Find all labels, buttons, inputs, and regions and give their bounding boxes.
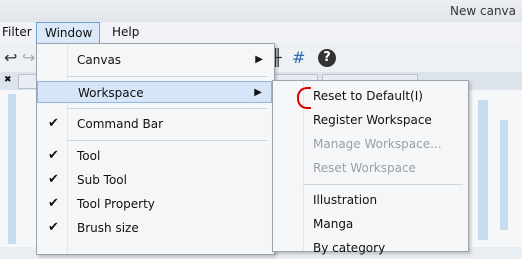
title-bar: New canva [0,0,522,22]
menu-item-label: Tool Property [77,197,155,211]
menu-separator [303,184,463,185]
menu-separator [67,76,267,77]
annotation-mark [297,87,311,109]
menu-filter[interactable]: Filter [0,22,40,43]
redo-icon[interactable]: ↪ [22,44,35,72]
menu-item-canvas[interactable]: Canvas ▶ [37,49,272,71]
undo-icon[interactable]: ↩ [4,44,17,72]
canvas-stroke [500,120,508,230]
menu-item-label: Canvas [77,53,122,67]
window-title: New canva [450,4,516,18]
canvas-stroke [478,100,488,240]
check-icon: ✔ [48,116,59,131]
submenu-item-by-category[interactable]: By category [273,237,466,259]
menu-item-command-bar[interactable]: ✔ Command Bar [37,113,272,135]
check-icon: ✔ [48,148,59,163]
submenu-arrow-icon: ▶ [254,87,262,98]
window-menu: Canvas ▶ Workspace ▶ ✔ Command Bar ✔ Too… [36,43,275,255]
menu-item-label: Manga [313,217,354,231]
menu-item-label: Illustration [313,193,378,207]
help-icon[interactable]: ? [318,49,336,67]
menu-item-label: Manage Workspace... [313,137,442,151]
menu-item-tool[interactable]: ✔ Tool [37,145,272,167]
menu-item-label: Tool [77,149,101,163]
grid-icon[interactable]: # [292,44,305,72]
menu-item-label: Command Bar [77,117,164,131]
menu-item-tool-property[interactable]: ✔ Tool Property [37,193,272,215]
menu-item-label: Reset Workspace [313,161,416,175]
submenu-item-register-workspace[interactable]: Register Workspace [273,109,466,131]
menu-separator [67,140,267,141]
menu-item-label: Workspace [78,86,144,100]
check-icon: ✔ [48,196,59,211]
menu-item-label: Reset to Default(I) [313,89,423,103]
canvas-tab[interactable] [18,74,38,89]
menu-bar: Filter Window Help [0,22,522,45]
submenu-item-manga[interactable]: Manga [273,213,466,235]
submenu-item-illustration[interactable]: Illustration [273,189,466,211]
check-icon: ✔ [48,172,59,187]
menu-separator [67,108,267,109]
check-icon: ✔ [48,220,59,235]
menu-window[interactable]: Window [36,22,100,43]
menu-item-label: Brush size [77,221,139,235]
menu-item-label: Register Workspace [313,113,432,127]
menu-item-sub-tool[interactable]: ✔ Sub Tool [37,169,272,191]
menu-item-brush-size[interactable]: ✔ Brush size [37,217,272,239]
submenu-arrow-icon: ▶ [255,54,263,65]
menu-help[interactable]: Help [104,22,147,43]
menu-item-label: By category [313,241,386,255]
submenu-item-reset-workspace: Reset Workspace [273,157,466,179]
menu-item-workspace[interactable]: Workspace ▶ [37,81,272,103]
close-icon[interactable]: ✖ [4,75,12,85]
canvas-stroke [8,94,16,244]
submenu-item-manage-workspace: Manage Workspace... [273,133,466,155]
menu-item-label: Sub Tool [77,173,127,187]
